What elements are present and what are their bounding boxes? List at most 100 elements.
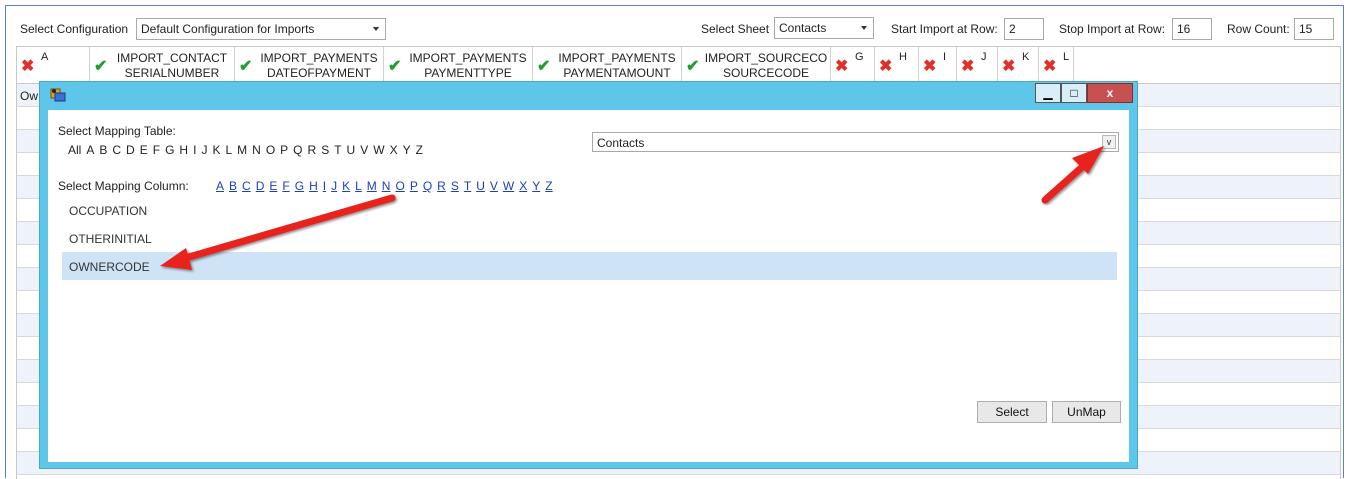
maximize-icon: □ — [1070, 86, 1078, 100]
column-field-name: PAYMENTAMOUNT — [563, 66, 671, 80]
column-filter-link-m[interactable]: M — [367, 179, 377, 193]
table-filter-letter-d[interactable]: D — [126, 143, 135, 157]
column-field-name: PAYMENTTYPE — [424, 66, 512, 80]
column-filter-link-e[interactable]: E — [269, 179, 277, 193]
column-header[interactable]: ✔ IMPORT_SOURCECO SOURCECODE — [682, 47, 831, 83]
column-letter: H — [899, 51, 907, 63]
column-filter-link-j[interactable]: J — [331, 179, 337, 193]
table-filter-letter-r[interactable]: R — [308, 143, 317, 157]
list-item[interactable]: OCCUPATION — [62, 196, 1117, 224]
column-filter-link-q[interactable]: Q — [423, 179, 432, 193]
column-filter-link-n[interactable]: N — [382, 179, 391, 193]
column-header[interactable]: ✔ IMPORT_PAYMENTS PAYMENTTYPE — [384, 47, 533, 83]
table-filter-letter-h[interactable]: H — [179, 143, 188, 157]
list-item[interactable]: OTHERINITIAL — [62, 224, 1117, 252]
column-filter-link-p[interactable]: P — [410, 179, 418, 193]
column-filter-link-t[interactable]: T — [464, 179, 471, 193]
column-header[interactable]: ✖ K — [998, 47, 1039, 83]
column-filter-link-x[interactable]: X — [519, 179, 527, 193]
column-filter-link-f[interactable]: F — [282, 179, 289, 193]
unmapped-x-icon: ✖ — [879, 58, 893, 75]
column-filter-link-d[interactable]: D — [256, 179, 265, 193]
column-filter-link-l[interactable]: L — [355, 179, 362, 193]
table-filter-letter-b[interactable]: B — [99, 143, 107, 157]
column-filter-link-a[interactable]: A — [216, 179, 224, 193]
checkmark-icon: ✔ — [537, 58, 551, 75]
table-filter-letter-x[interactable]: X — [390, 143, 398, 157]
mapping-table-select[interactable]: Contacts v — [592, 132, 1119, 152]
column-header[interactable]: ✖ A — [17, 47, 90, 83]
table-filter-letter-m[interactable]: M — [237, 143, 247, 157]
column-filter-link-c[interactable]: C — [242, 179, 251, 193]
stop-row-label: Stop Import at Row: — [1059, 22, 1166, 36]
table-filter-letter-v[interactable]: V — [360, 143, 368, 157]
column-header[interactable]: ✔ IMPORT_PAYMENTS PAYMENTAMOUNT — [533, 47, 682, 83]
chevron-down-icon[interactable]: v — [1102, 135, 1116, 149]
stop-row-value: 16 — [1177, 22, 1191, 36]
table-filter-letter-q[interactable]: Q — [293, 143, 302, 157]
column-header[interactable]: ✖ J — [957, 47, 998, 83]
config-select[interactable]: Default Configuration for Imports — [136, 18, 386, 40]
sheet-select[interactable]: Contacts — [774, 17, 874, 39]
row-count-input[interactable]: 15 — [1294, 18, 1334, 40]
column-header[interactable]: ✖ G — [831, 47, 875, 83]
column-table-name: IMPORT_CONTACT — [116, 51, 228, 65]
mapping-column-letter-filter: ABCDEFGHIJKLMNOPQRSTUVWXYZ — [216, 179, 558, 193]
table-filter-letter-l[interactable]: L — [225, 143, 232, 157]
unmapped-x-icon: ✖ — [835, 58, 849, 75]
dialog-titlebar[interactable]: ▁ □ x — [40, 82, 1137, 108]
table-filter-letter-all[interactable]: All — [68, 143, 81, 157]
table-filter-letter-e[interactable]: E — [140, 143, 148, 157]
column-filter-link-i[interactable]: I — [323, 179, 326, 193]
column-filter-link-u[interactable]: U — [476, 179, 485, 193]
import-toolbar: Select Configuration Default Configurati… — [6, 6, 1343, 50]
minimize-button[interactable]: ▁ — [1035, 83, 1061, 103]
grid-header-row: ✖ A ✔ IMPORT_CONTACT SERIALNUMBER ✔ IMPORT_PAY… — [17, 47, 1340, 84]
maximize-button[interactable]: □ — [1061, 83, 1087, 103]
config-value: Default Configuration for Imports — [141, 22, 315, 36]
column-filter-link-w[interactable]: W — [503, 179, 514, 193]
mapping-table-label: Select Mapping Table: — [58, 124, 176, 138]
column-header[interactable]: ✔ IMPORT_CONTACT SERIALNUMBER — [90, 47, 235, 83]
column-filter-link-s[interactable]: S — [451, 179, 459, 193]
table-filter-letter-z[interactable]: Z — [416, 143, 423, 157]
column-field-name: SERIALNUMBER — [124, 66, 220, 80]
unmapped-x-icon: ✖ — [1002, 58, 1016, 75]
column-filter-link-g[interactable]: G — [295, 179, 304, 193]
unmap-button[interactable]: UnMap — [1052, 401, 1121, 423]
start-row-input[interactable]: 2 — [1004, 18, 1044, 40]
table-filter-letter-u[interactable]: U — [347, 143, 356, 157]
column-header[interactable]: ✖ H — [875, 47, 919, 83]
column-filter-link-o[interactable]: O — [395, 179, 404, 193]
close-button[interactable]: x — [1087, 83, 1133, 103]
table-filter-letter-a[interactable]: A — [86, 143, 94, 157]
column-filter-link-y[interactable]: Y — [532, 179, 540, 193]
table-cell[interactable]: Ow — [20, 89, 38, 103]
column-header[interactable]: ✔ IMPORT_PAYMENTS DATEOFPAYMENT — [235, 47, 384, 83]
column-filter-link-r[interactable]: R — [437, 179, 446, 193]
column-filter-link-k[interactable]: K — [342, 179, 350, 193]
table-filter-letter-y[interactable]: Y — [403, 143, 411, 157]
table-filter-letter-t[interactable]: T — [334, 143, 341, 157]
column-filter-link-h[interactable]: H — [309, 179, 318, 193]
table-filter-letter-w[interactable]: W — [373, 143, 384, 157]
table-filter-letter-j[interactable]: J — [201, 143, 207, 157]
table-filter-letter-c[interactable]: C — [112, 143, 121, 157]
table-filter-letter-n[interactable]: N — [252, 143, 261, 157]
column-filter-link-z[interactable]: Z — [545, 179, 552, 193]
select-button[interactable]: Select — [977, 401, 1047, 423]
app-icon — [50, 88, 66, 102]
table-filter-letter-g[interactable]: G — [165, 143, 174, 157]
table-filter-letter-i[interactable]: I — [193, 143, 196, 157]
column-header[interactable]: ✖ L — [1039, 47, 1074, 83]
column-filter-link-v[interactable]: V — [490, 179, 498, 193]
table-filter-letter-o[interactable]: O — [266, 143, 275, 157]
table-filter-letter-f[interactable]: F — [153, 143, 160, 157]
table-filter-letter-p[interactable]: P — [280, 143, 288, 157]
column-header[interactable]: ✖ I — [919, 47, 957, 83]
table-filter-letter-k[interactable]: K — [212, 143, 220, 157]
column-filter-link-b[interactable]: B — [229, 179, 237, 193]
list-item[interactable]: OWNERCODE — [62, 252, 1117, 280]
table-filter-letter-s[interactable]: S — [321, 143, 329, 157]
stop-row-input[interactable]: 16 — [1172, 18, 1212, 40]
